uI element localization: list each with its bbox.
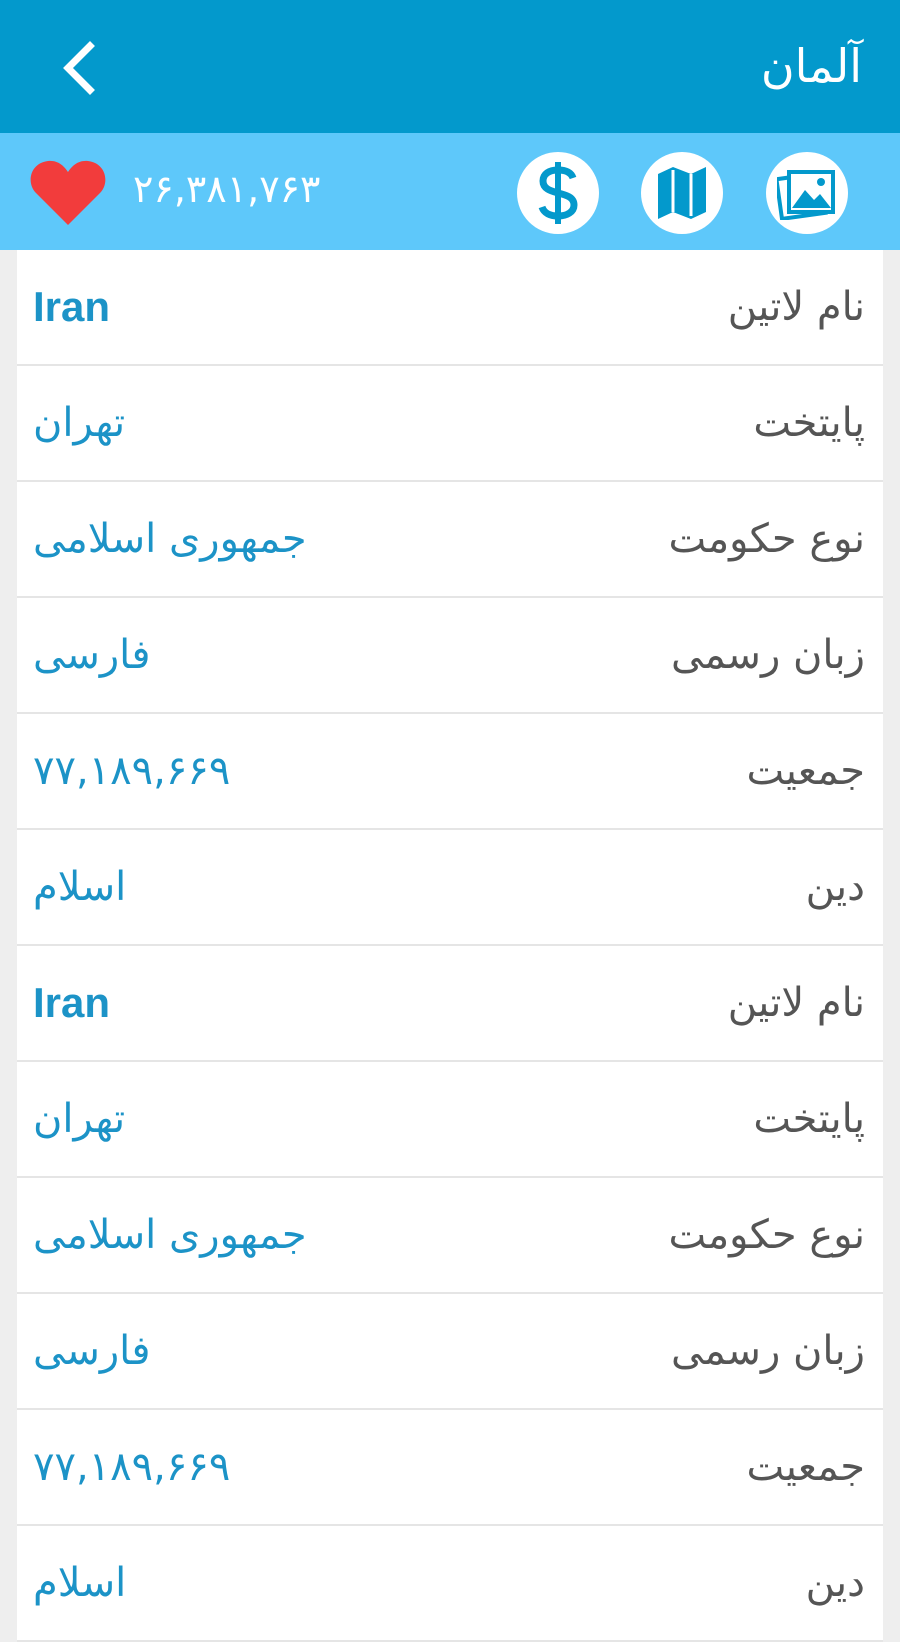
list-item: پایتخت تهران xyxy=(17,366,883,482)
currency-button[interactable] xyxy=(517,152,599,234)
toolbar: ۲۶,۳۸۱,۷۶۳ xyxy=(0,133,900,250)
list-item: دین اسلام xyxy=(17,830,883,946)
row-label: پایتخت xyxy=(753,1096,865,1142)
row-value: Iran xyxy=(33,283,111,330)
row-label: دین xyxy=(805,864,865,910)
row-label: پایتخت xyxy=(753,400,865,446)
list-item: جمعیت ۷۷,۱۸۹,۶۶۹ xyxy=(17,1410,883,1526)
map-icon xyxy=(658,167,706,219)
row-value: Iran xyxy=(33,979,111,1026)
list-item: نام لاتین Iran xyxy=(17,250,883,366)
row-value: ۷۷,۱۸۹,۶۶۹ xyxy=(33,748,231,794)
list-item: نوع حکومت جمهوری اسلامی xyxy=(17,482,883,598)
list-item: زبان رسمی فارسی xyxy=(17,1294,883,1410)
row-value: اسلام xyxy=(33,1560,127,1606)
chevron-left-icon xyxy=(63,41,95,95)
row-label: نام لاتین xyxy=(727,284,865,330)
info-list: نام لاتین Iran پایتخت تهران نوع حکومت جم… xyxy=(17,250,883,1642)
list-item: زبان رسمی فارسی xyxy=(17,598,883,714)
row-label: زبان رسمی xyxy=(670,1328,865,1374)
row-label: زبان رسمی xyxy=(670,632,865,678)
row-label: جمعیت xyxy=(746,748,866,794)
list-item: دین اسلام xyxy=(17,1526,883,1642)
like-button[interactable] xyxy=(30,157,106,227)
row-label: دین xyxy=(805,1560,865,1606)
app-bar: آلمان xyxy=(0,0,900,133)
row-value: فارسی xyxy=(33,1328,151,1374)
row-value: جمهوری اسلامی xyxy=(33,516,307,562)
row-value: ۷۷,۱۸۹,۶۶۹ xyxy=(33,1444,231,1490)
page-title: آلمان xyxy=(760,39,862,93)
row-label: نام لاتین xyxy=(727,980,865,1026)
row-label: جمعیت xyxy=(746,1444,866,1490)
list-item: پایتخت تهران xyxy=(17,1062,883,1178)
map-button[interactable] xyxy=(641,152,723,234)
row-value: فارسی xyxy=(33,632,151,678)
row-value: جمهوری اسلامی xyxy=(33,1212,307,1258)
row-value: تهران xyxy=(33,400,126,446)
likes-count: ۲۶,۳۸۱,۷۶۳ xyxy=(133,167,321,211)
heart-icon xyxy=(30,160,106,225)
gallery-icon xyxy=(777,170,835,220)
list-item: نوع حکومت جمهوری اسلامی xyxy=(17,1178,883,1294)
row-label: نوع حکومت xyxy=(668,516,865,562)
dollar-icon xyxy=(538,162,578,224)
list-item: نام لاتین Iran xyxy=(17,946,883,1062)
row-value: تهران xyxy=(33,1096,126,1142)
gallery-button[interactable] xyxy=(766,152,848,234)
row-label: نوع حکومت xyxy=(668,1212,865,1258)
row-value: اسلام xyxy=(33,864,127,910)
back-button[interactable] xyxy=(48,38,108,98)
list-item: جمعیت ۷۷,۱۸۹,۶۶۹ xyxy=(17,714,883,830)
